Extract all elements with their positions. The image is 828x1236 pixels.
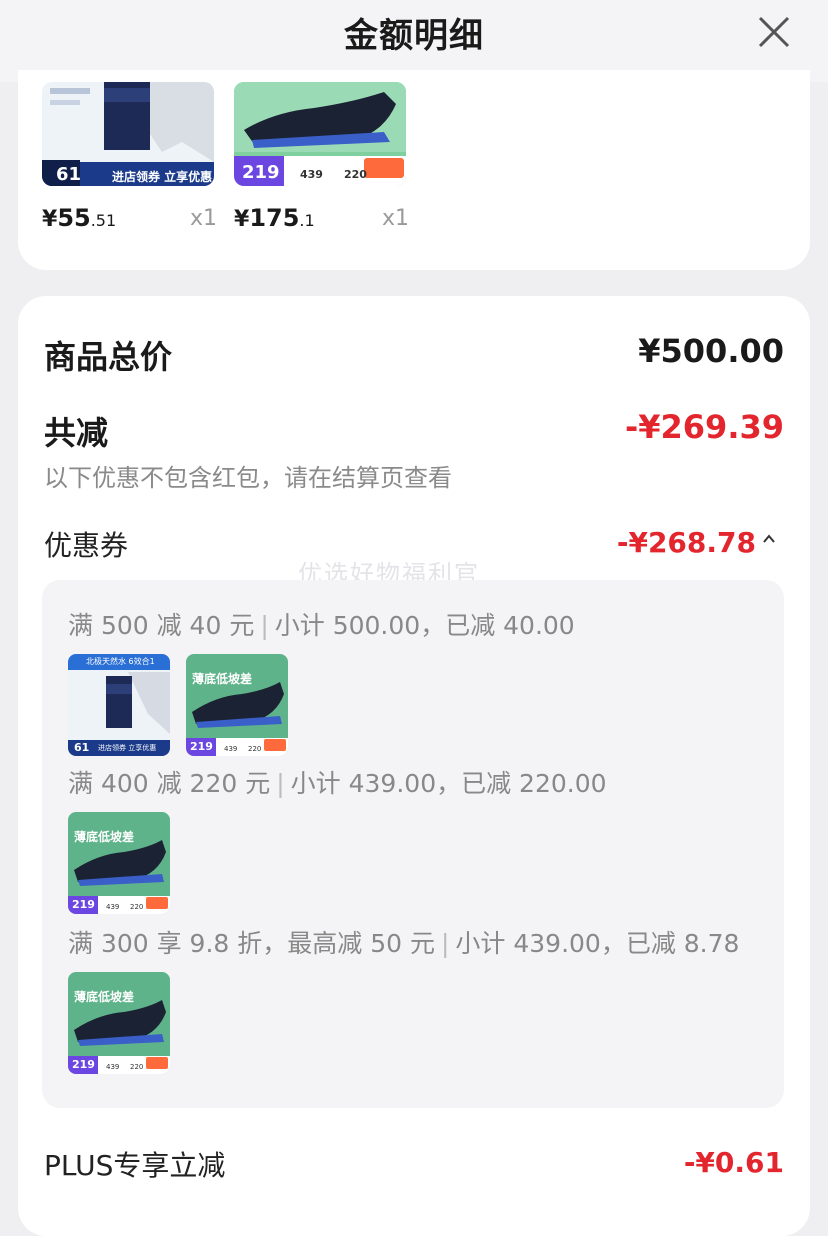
total-price-value: ¥500.00 (638, 332, 784, 370)
thumb-badge: 61 (74, 741, 90, 754)
product-qty: x1 (382, 206, 410, 231)
thumb-sub-discount: 220 (130, 903, 144, 911)
coupon-rule: 满 500 减 40 元 | 小计 500.00，已减 40.00 (68, 611, 575, 640)
product-price: ¥175.1 (234, 204, 315, 232)
total-discount-label: 共减 (44, 414, 109, 452)
product-badge: 219 (242, 162, 280, 183)
thumb-title: 薄底低坡差 (192, 672, 253, 686)
plus-discount-value: -¥0.61 (683, 1146, 784, 1179)
chevron-up-icon[interactable] (762, 532, 776, 546)
coupon-breakdown: 满 500 减 40 元 | 小计 500.00，已减 40.00 北极天然水 6效… (42, 580, 784, 1108)
coupon-rule: 满 400 减 220 元 | 小计 439.00，已减 220.00 (68, 769, 607, 798)
product-image-shoe[interactable]: 219 439 220 (234, 82, 406, 186)
thumb-badge: 219 (72, 898, 95, 911)
price-detail-card: 商品总价 ¥500.00 共减 -¥269.39 以下优惠不包含红包，请在结算页… (18, 296, 810, 1236)
product-price: ¥55.51 (42, 204, 117, 232)
thumb-sub-price: 439 (106, 1063, 120, 1071)
modal-title: 金额明细 (344, 16, 484, 56)
coupon-item-shoe[interactable]: 薄底低坡差 219 439 220 (68, 812, 170, 914)
thumb-badge: 219 (72, 1058, 95, 1071)
thumb-banner: 进店领券 立享优惠 (98, 744, 157, 752)
thumb-sub-discount: 220 (130, 1063, 144, 1071)
coupon-label[interactable]: 优惠券 (44, 524, 128, 564)
close-icon[interactable] (756, 14, 792, 50)
total-discount-value: -¥269.39 (624, 408, 784, 446)
coupon-rule: 满 300 享 9.8 折，最高减 50 元 | 小计 439.00，已减 8.78 (68, 929, 740, 958)
discount-note: 以下优惠不包含红包，请在结算页查看 (44, 464, 452, 492)
product-sub-price: 439 (300, 168, 323, 181)
thumb-sub-discount: 220 (248, 745, 262, 753)
thumb-title: 薄底低坡差 (74, 830, 135, 844)
thumb-title: 薄底低坡差 (74, 990, 135, 1004)
product-badge: 61 (56, 164, 82, 185)
thumb-title: 北极天然水 6效合1 (86, 657, 155, 666)
product-image-cream[interactable]: 61 进店领券 立享优惠 (42, 82, 214, 186)
total-price-label: 商品总价 (44, 338, 173, 376)
product-qty: x1 (190, 206, 218, 231)
plus-discount-label: PLUS专享立减 (44, 1149, 226, 1182)
product-sub-discount: 220 (344, 168, 367, 181)
thumb-sub-price: 439 (106, 903, 120, 911)
coupon-item-shoe[interactable]: 薄底低坡差 219 439 220 (186, 654, 288, 756)
coupon-item-shoe[interactable]: 薄底低坡差 219 439 220 (68, 972, 170, 1074)
product-banner: 进店领券 立享优惠 (112, 170, 213, 184)
coupon-value[interactable]: -¥268.78 (617, 526, 756, 559)
thumb-badge: 219 (190, 740, 213, 753)
product-list-card: 61 进店领券 立享优惠 ¥55.51 x1 219 439 220 ¥175.… (18, 70, 810, 270)
coupon-item-cream[interactable]: 北极天然水 6效合1 61 进店领券 立享优惠 (68, 654, 170, 756)
thumb-sub-price: 439 (224, 745, 238, 753)
